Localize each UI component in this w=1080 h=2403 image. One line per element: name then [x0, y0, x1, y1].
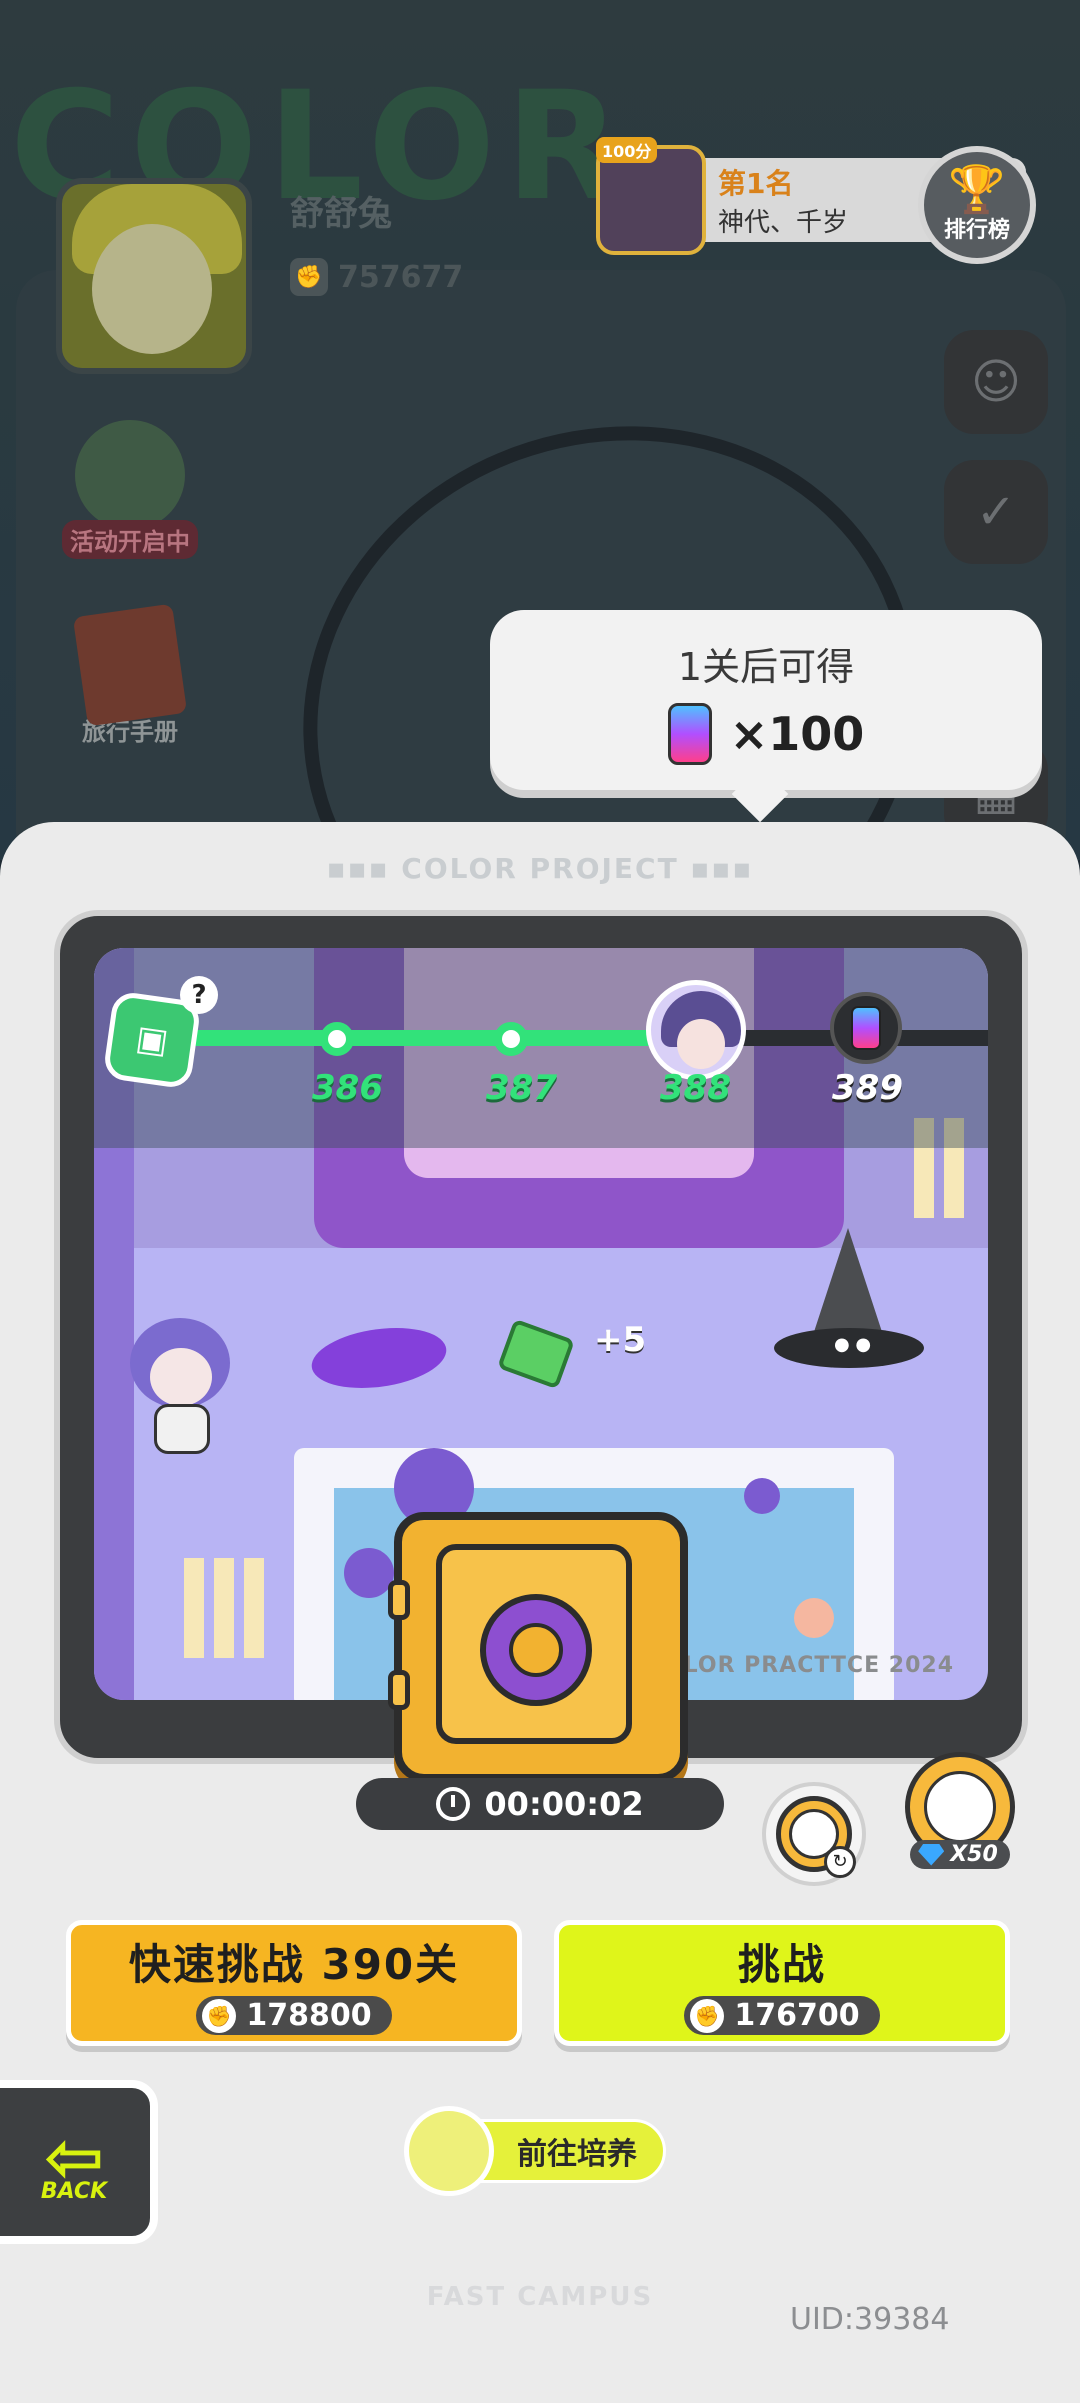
- reward-tooltip: 1关后可得 ×100: [490, 610, 1042, 790]
- challenge-label: 挑战: [737, 1940, 826, 1989]
- fist-icon: ✊: [290, 258, 328, 296]
- chat-icon[interactable]: ☺: [944, 330, 1048, 434]
- witch-hat-enemy: ● ●: [774, 1228, 924, 1368]
- event-label: 活动开启中: [62, 520, 198, 559]
- top-rank-avatar: 100分: [596, 137, 706, 255]
- screen-watermark: COLOR PRACTTCE 2024: [646, 1653, 954, 1678]
- spray-can-icon: [667, 702, 712, 765]
- diamond-icon: [918, 1843, 945, 1866]
- back-button[interactable]: ⇦ BACK: [0, 2080, 158, 2244]
- level-number-current: 388: [660, 1068, 731, 1108]
- quick-challenge-cost: ✊ 178800: [196, 1996, 392, 2035]
- help-icon[interactable]: ?: [180, 976, 218, 1014]
- gem-cost: X50: [910, 1840, 1010, 1869]
- slash-effect: [296, 1328, 462, 1388]
- train-avatar: [404, 2106, 494, 2196]
- speed-up-button[interactable]: ↻: [762, 1782, 866, 1886]
- journal-icon: [72, 603, 188, 727]
- player-power: ✊ 757677: [290, 258, 463, 296]
- player-power-value: 757677: [338, 259, 464, 295]
- level-number: 389: [832, 1068, 903, 1108]
- level-number: 387: [486, 1068, 557, 1108]
- level-number: 386: [312, 1068, 383, 1108]
- bonus-text: +5: [594, 1320, 647, 1360]
- quick-challenge-cost-value: 178800: [246, 1998, 372, 2033]
- current-level-avatar: [646, 980, 746, 1080]
- refresh-icon: ↻: [824, 1846, 856, 1878]
- player-avatar[interactable]: [56, 178, 252, 374]
- leaderboard-label: 排行榜: [943, 218, 1010, 243]
- event-icon: [75, 420, 185, 530]
- task-list-icon[interactable]: ✓: [944, 460, 1048, 564]
- trophy-icon: 🏆: [948, 162, 1006, 216]
- journal-entry[interactable]: 旅行手册: [50, 603, 210, 749]
- gem-cost-value: X50: [950, 1842, 998, 1867]
- level-node: [494, 1022, 528, 1056]
- reward-amount: ×100: [729, 706, 865, 761]
- user-id: UID:39384: [790, 2302, 950, 2337]
- clock-icon: [436, 1787, 471, 1821]
- fist-icon: ✊: [690, 1998, 725, 2033]
- safe-dial-icon: [480, 1594, 592, 1706]
- challenge-button[interactable]: 挑战 ✊ 176700: [554, 1920, 1010, 2046]
- panel-header: ▪▪▪ COLOR PROJECT ▪▪▪: [326, 852, 754, 885]
- level-node: [320, 1022, 354, 1056]
- quick-challenge-button[interactable]: 快速挑战 390关 ✊ 178800: [66, 1920, 522, 2046]
- challenge-cost-value: 176700: [734, 1998, 860, 2033]
- go-train-button[interactable]: 前往培养: [404, 2106, 674, 2196]
- player-name: 舒舒兔: [290, 194, 392, 234]
- challenge-cost: ✊ 176700: [684, 1996, 880, 2035]
- back-label: BACK: [40, 2178, 108, 2204]
- timer-value: 00:00:02: [484, 1785, 644, 1823]
- challenge-panel: ▪▪▪ COLOR PROJECT ▪▪▪ ▣ ? 386 387 388 38…: [0, 822, 1080, 2403]
- timer-bar: 00:00:02: [356, 1778, 724, 1830]
- quick-challenge-label: 快速挑战 390关: [128, 1940, 460, 1989]
- instant-finish-button[interactable]: X50: [898, 1752, 1022, 1882]
- go-train-label: 前往培养: [474, 2119, 666, 2183]
- safe-reward-icon[interactable]: [388, 1512, 688, 1782]
- reward-title: 1关后可得: [677, 644, 855, 689]
- cash-icon: [497, 1318, 575, 1390]
- level-reward-spray-icon: [830, 992, 902, 1064]
- leaderboard-button[interactable]: 🏆 排行榜: [918, 146, 1036, 264]
- event-entry[interactable]: 活动开启中: [50, 420, 210, 559]
- background-scene: COLOR 舒舒兔 ✊ 757677 100分 第1名 神代、千岁 🏆 排行榜 …: [0, 0, 1080, 860]
- hero-character: [110, 1318, 250, 1458]
- top-score-badge: 100分: [596, 137, 658, 163]
- level-progress-bar: ▣ ? 386 387 388 389: [94, 948, 988, 1148]
- fist-icon: ✊: [202, 1998, 237, 2033]
